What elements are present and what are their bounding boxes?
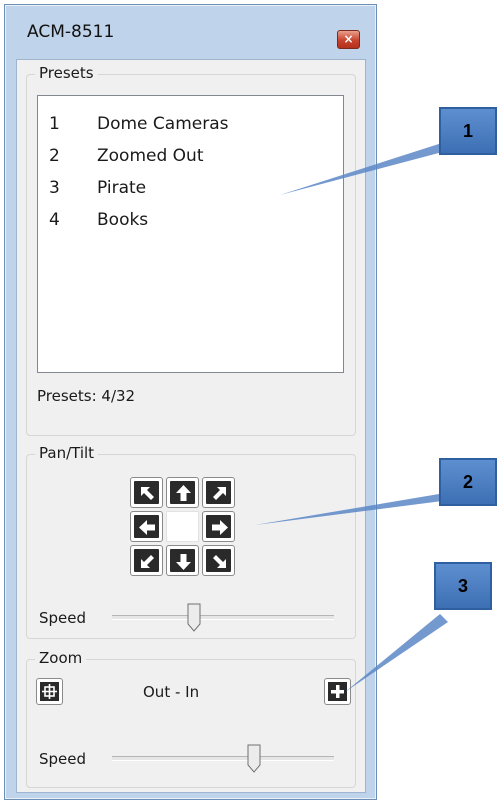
callout-2: 2	[439, 458, 497, 506]
callout-3: 3	[434, 562, 492, 610]
callout-1: 1	[439, 107, 497, 155]
callout-leader-lines	[255, 142, 450, 692]
